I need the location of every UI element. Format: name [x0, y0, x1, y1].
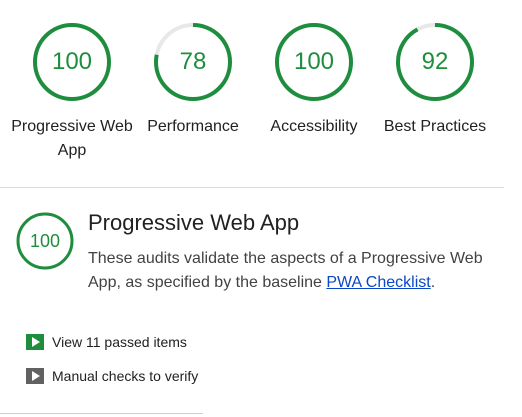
passed-items-label: View 11 passed items	[52, 334, 187, 350]
play-triangle-icon	[26, 334, 44, 350]
category-performance[interactable]: 78 Performance	[128, 0, 258, 139]
category-label: Performance	[147, 118, 239, 135]
section-description-end: .	[430, 274, 436, 291]
score-value: 100	[51, 48, 93, 75]
score-value: 78	[179, 48, 207, 75]
divider	[0, 187, 504, 188]
section-title: Progressive Web App	[88, 210, 300, 235]
category-accessibility[interactable]: 100 Accessibility	[249, 0, 379, 139]
score-gauge: 92	[395, 22, 475, 102]
category-label: Best Practices	[383, 118, 487, 135]
category-label: Accessibility	[270, 118, 358, 135]
score-gauge: 100	[274, 22, 354, 102]
score-gauge: 78	[153, 22, 233, 102]
score-gauge: 100	[32, 22, 112, 102]
manual-checks-label: Manual checks to verify	[52, 368, 199, 384]
section-score-value: 100	[29, 231, 61, 251]
category-label: Progressive Web App	[11, 118, 133, 159]
category-performance-pwa[interactable]: 100 Progressive Web App	[7, 0, 137, 163]
manual-checks-toggle[interactable]: Manual checks to verify	[26, 366, 198, 386]
divider	[0, 413, 203, 414]
score-value: 100	[293, 48, 335, 75]
category-best-practices[interactable]: 92 Best Practices	[370, 0, 500, 139]
section-score-gauge: 100	[16, 212, 74, 270]
play-triangle-icon	[26, 368, 44, 384]
score-value: 92	[421, 48, 449, 75]
section-description: These audits validate the aspects of a P…	[88, 247, 508, 295]
passed-items-toggle[interactable]: View 11 passed items	[26, 332, 187, 352]
pwa-checklist-link[interactable]: PWA Checklist	[326, 274, 430, 291]
